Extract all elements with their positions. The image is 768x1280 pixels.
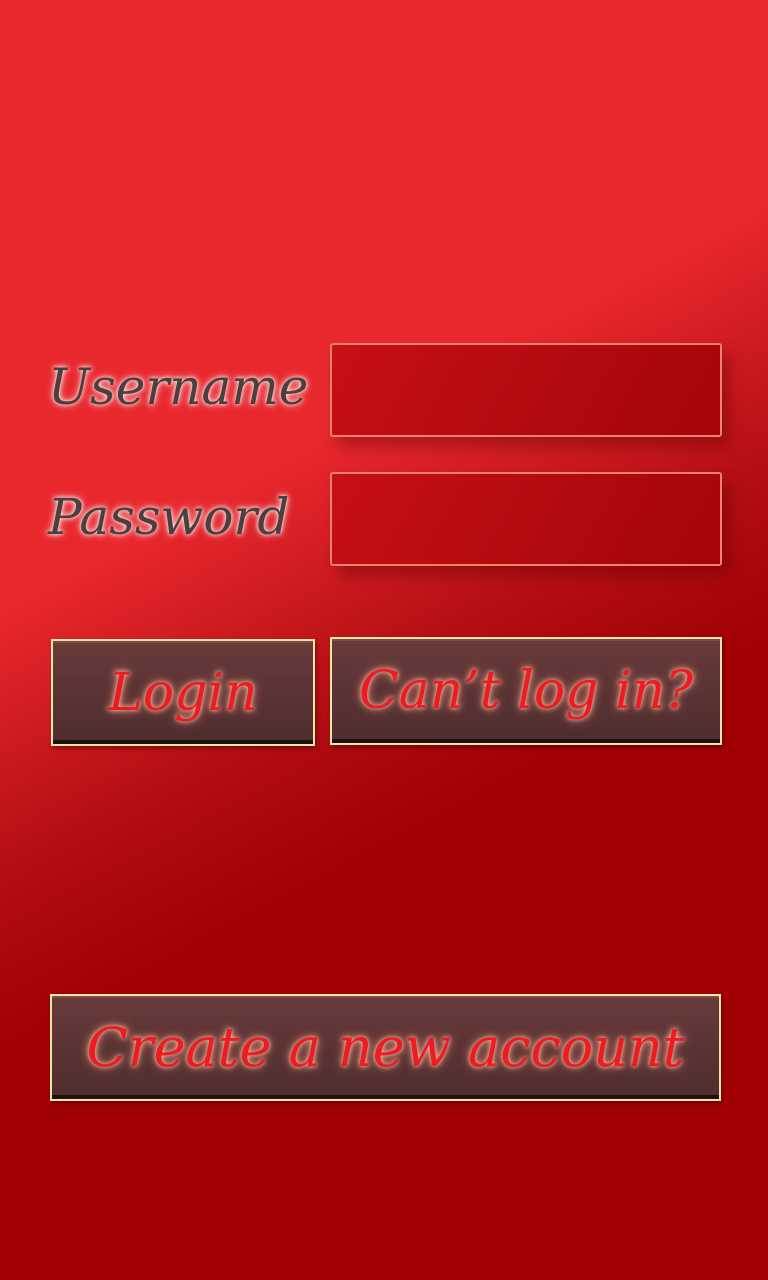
cant-login-button[interactable]: Can’t log in? [330,637,722,745]
password-field[interactable] [330,472,722,566]
password-label: Password [48,488,290,546]
username-field[interactable] [330,343,722,437]
create-account-button[interactable]: Create a new account [50,994,721,1101]
username-label: Username [48,358,309,416]
login-button[interactable]: Login [51,639,315,746]
